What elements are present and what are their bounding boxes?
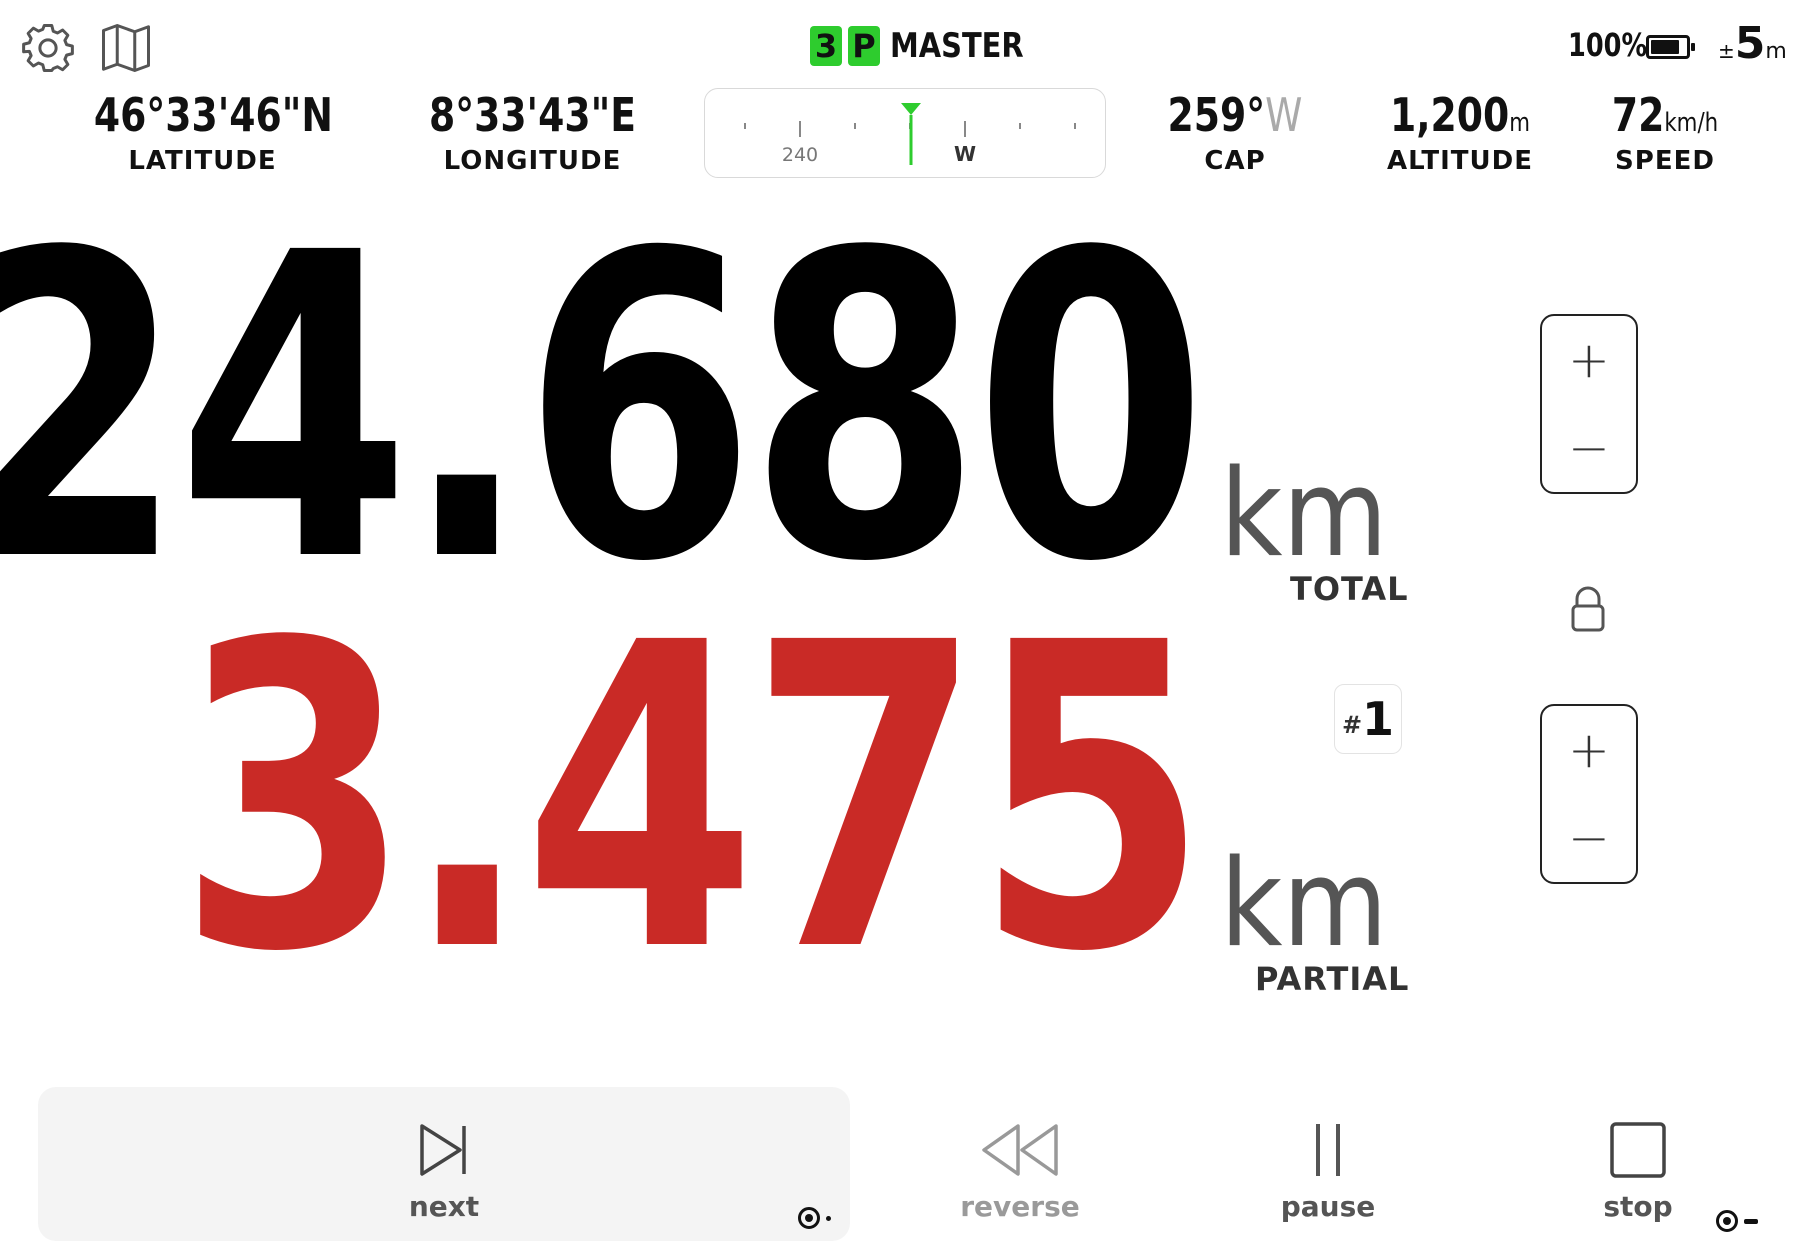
next-record-indicator [798, 1207, 831, 1229]
speed-value: 72km/h [1595, 88, 1734, 142]
app-logo: 3 P MASTER [810, 24, 1047, 68]
indicator-dash [1744, 1218, 1758, 1224]
next-label: next [408, 1190, 480, 1223]
stop-icon [1610, 1122, 1666, 1178]
altitude-value: 1,200m [1386, 88, 1534, 142]
compass-indicator-arrow [901, 103, 921, 115]
record-dot-icon [798, 1207, 820, 1229]
next-button[interactable]: next [344, 1118, 544, 1223]
compass-cardinal: W [954, 142, 976, 166]
accuracy-unit: m [1765, 39, 1787, 64]
stop-record-indicator [1716, 1210, 1758, 1232]
battery-icon [1646, 35, 1695, 59]
speed-number: 72 [1611, 88, 1665, 142]
latitude-value: 46°33'46"N [93, 88, 333, 142]
partial-index-badge[interactable]: #1 [1334, 684, 1402, 754]
altitude-label: ALTITUDE [1387, 146, 1533, 176]
latitude-block: 46°33'46"N LATITUDE [70, 88, 335, 176]
partial-unit: km [1220, 835, 1388, 974]
total-minus-button[interactable]: − [1542, 404, 1636, 492]
accuracy-prefix: ± [1718, 39, 1735, 63]
stop-label: stop [1603, 1190, 1673, 1223]
total-unit: km [1220, 445, 1388, 584]
speed-unit: km/h [1664, 108, 1719, 138]
settings-gear-icon[interactable] [18, 18, 78, 78]
accuracy-value: 5 [1734, 18, 1766, 69]
stop-button[interactable]: stop [1538, 1118, 1738, 1223]
speed-label: SPEED [1615, 146, 1715, 176]
longitude-block: 8°33'43"E LONGITUDE [400, 88, 665, 176]
battery-percent: 100% [1568, 26, 1648, 64]
partial-plus-button[interactable]: + [1542, 706, 1636, 794]
record-dot-icon [1716, 1210, 1738, 1232]
reverse-button[interactable]: reverse [920, 1118, 1120, 1223]
cap-block: 259°W CAP [1150, 88, 1320, 176]
logo-box-p: P [848, 26, 880, 66]
pause-button[interactable]: pause [1228, 1118, 1428, 1223]
cap-direction: W [1265, 88, 1303, 142]
altitude-block: 1,200m ALTITUDE [1370, 88, 1550, 176]
total-stepper: + − [1540, 314, 1638, 494]
partial-minus-button[interactable]: − [1542, 794, 1636, 882]
rewind-icon [982, 1124, 1058, 1176]
pause-icon [1316, 1124, 1340, 1176]
gps-accuracy: ±5m [1718, 18, 1787, 69]
logo-text: MASTER [890, 26, 1024, 66]
badge-hash: # [1341, 711, 1363, 739]
cap-value: 259°W [1165, 88, 1304, 142]
compass-tick-label: 240 [782, 144, 818, 166]
longitude-value: 8°33'43"E [428, 88, 637, 142]
total-label: TOTAL [1290, 570, 1409, 608]
logo-box-3: 3 [810, 26, 842, 66]
map-icon[interactable] [96, 18, 156, 78]
speed-block: 72km/h SPEED [1580, 88, 1750, 176]
cap-degrees: 259° [1167, 88, 1266, 142]
indicator-dot [826, 1215, 831, 1221]
battery-fill [1651, 40, 1679, 54]
lock-icon[interactable] [1566, 586, 1610, 634]
partial-distance-value: 3.475 [177, 555, 1208, 1044]
badge-number: 1 [1362, 692, 1395, 746]
skip-next-icon [420, 1124, 466, 1176]
reverse-label: reverse [960, 1190, 1080, 1223]
battery-nub [1691, 43, 1695, 51]
altitude-number: 1,200 [1389, 88, 1510, 142]
pause-label: pause [1280, 1190, 1376, 1223]
total-plus-button[interactable]: + [1542, 316, 1636, 404]
altitude-unit: m [1509, 108, 1531, 138]
partial-label: PARTIAL [1255, 960, 1410, 998]
partial-stepper: + − [1540, 704, 1638, 884]
